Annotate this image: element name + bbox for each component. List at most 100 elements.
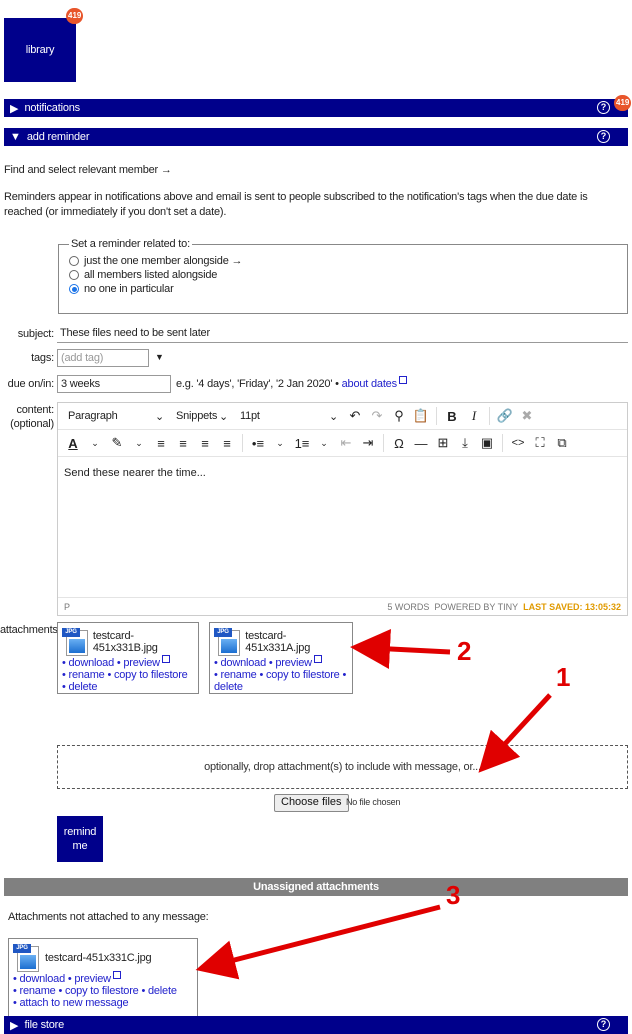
radio-label: all members listed alongside — [84, 269, 218, 281]
library-button[interactable]: library — [4, 18, 76, 82]
snippets-select[interactable]: Snippets ⌄ — [170, 405, 234, 427]
library-badge: 419 — [66, 8, 84, 24]
jpg-file-icon: JPG — [13, 944, 39, 972]
unlink-icon[interactable]: ✖ — [516, 405, 538, 427]
subject-input[interactable]: These files need to be sent later — [57, 325, 628, 343]
chevron-down-icon[interactable]: ⌄ — [313, 432, 335, 454]
block-format-value: Paragraph — [68, 410, 118, 422]
code-icon[interactable]: <> — [507, 432, 529, 454]
radio-one-member[interactable]: just the one member alongside → — [69, 254, 617, 268]
attachment-actions: • download • preview — [214, 655, 348, 669]
attachment-filename: testcard-451x331B.jpg — [92, 630, 158, 654]
link-icon[interactable]: 🔗 — [494, 405, 516, 427]
file-store-bar[interactable]: ▶ file store ? — [4, 1016, 628, 1034]
content-label: content: — [16, 404, 54, 416]
attachment-dropzone[interactable]: optionally, drop attachment(s) to includ… — [57, 745, 628, 789]
rename-copy-delete-links[interactable]: • rename • copy to filestore • delete — [13, 985, 193, 997]
related-legend: Set a reminder related to: — [71, 238, 190, 250]
align-right-icon[interactable]: ≡ — [194, 432, 216, 454]
annotation-number-2: 2 — [457, 636, 472, 666]
due-input[interactable]: 3 weeks — [57, 375, 171, 393]
table-icon[interactable]: ⊞ — [432, 432, 454, 454]
undo-icon[interactable]: ↶ — [344, 405, 366, 427]
popout-icon[interactable]: ⧉ — [551, 432, 573, 454]
text-color-icon[interactable]: A — [62, 432, 84, 454]
jpg-file-icon: JPG — [214, 628, 240, 656]
notifications-badge: 419 — [614, 95, 632, 111]
special-char-icon[interactable]: Ω — [388, 432, 410, 454]
editor-content[interactable]: Send these nearer the time... — [58, 459, 627, 597]
radio-no-one[interactable]: no one in particular — [69, 282, 617, 296]
rename-copy-delete-links[interactable]: • rename • copy to filestore • delete — [214, 669, 348, 693]
tags-dropdown-icon[interactable]: ▼ — [155, 352, 164, 362]
unassigned-caption: Attachments not attached to any message: — [8, 911, 209, 923]
annotation-arrow-3 — [195, 904, 441, 980]
due-hint-text: e.g. '4 days', 'Friday', '2 Jan 2020' • — [176, 378, 339, 390]
chevron-down-icon[interactable]: ⌄ — [84, 432, 106, 454]
attachment-file[interactable]: JPG testcard-451x331A.jpg — [214, 627, 348, 657]
font-size-value: 11pt — [240, 410, 260, 422]
help-icon[interactable]: ? — [597, 101, 610, 114]
radio-button-selected[interactable] — [69, 284, 79, 294]
rich-text-editor[interactable]: Paragraph ⌄ Snippets ⌄ 11pt ⌄ ↶ ↷ ⚲ 📋 B I 🔗… — [57, 402, 628, 616]
download-preview-link[interactable]: • download • preview — [62, 657, 160, 669]
external-link-icon — [112, 971, 121, 979]
expand-triangle-icon: ▶ — [10, 1019, 19, 1032]
chevron-down-icon[interactable]: ⌄ — [269, 432, 291, 454]
highlight-icon[interactable]: ✎ — [106, 432, 128, 454]
image-icon[interactable]: ▣ — [476, 432, 498, 454]
chevron-down-icon[interactable]: ⌄ — [128, 432, 150, 454]
tags-label: tags: — [31, 352, 54, 364]
about-dates-link[interactable]: about dates — [342, 378, 397, 390]
help-icon[interactable]: ? — [597, 1018, 610, 1031]
attachment-file[interactable]: JPG testcard-451x331B.jpg — [62, 627, 194, 657]
font-size-select[interactable]: 11pt ⌄ — [234, 405, 344, 427]
radio-label: just the one member alongside → — [84, 255, 243, 267]
attach-to-new-message-link[interactable]: • attach to new message — [13, 997, 193, 1009]
align-left-icon[interactable]: ≡ — [150, 432, 172, 454]
chevron-down-icon: ⌄ — [218, 410, 228, 423]
remind-me-button[interactable]: remind me — [57, 816, 103, 862]
notifications-bar[interactable]: ▶ notifications ? — [4, 99, 628, 117]
no-file-chosen-text: No file chosen — [346, 797, 401, 807]
add-reminder-bar[interactable]: ▼ add reminder ? — [4, 128, 628, 146]
block-format-select[interactable]: Paragraph ⌄ — [62, 405, 170, 427]
fullscreen-icon[interactable]: ⛶ — [529, 432, 551, 454]
outdent-icon[interactable]: ⇤ — [335, 432, 357, 454]
subject-label: subject: — [17, 328, 55, 340]
paste-icon[interactable]: 📋 — [410, 405, 432, 427]
redo-icon[interactable]: ↷ — [366, 405, 388, 427]
radio-button[interactable] — [69, 256, 79, 266]
dropzone-text: optionally, drop attachment(s) to includ… — [204, 761, 481, 773]
align-center-icon[interactable]: ≡ — [172, 432, 194, 454]
radio-button[interactable] — [69, 270, 79, 280]
search-icon[interactable]: ⚲ — [388, 405, 410, 427]
content-optional-label: (optional) — [10, 418, 54, 430]
upload-icon[interactable]: ⤓ — [454, 432, 476, 454]
powered-by[interactable]: POWERED BY TINY — [434, 602, 518, 612]
numbered-list-icon[interactable]: 1≡ — [291, 432, 313, 454]
annotation-arrow-2 — [350, 629, 451, 669]
attachment-card: JPG testcard-451x331B.jpg • download • p… — [57, 622, 199, 694]
download-preview-link[interactable]: • download • preview — [214, 657, 312, 669]
attachment-file[interactable]: JPG testcard-451x331C.jpg — [13, 943, 193, 973]
align-justify-icon[interactable]: ≡ — [216, 432, 238, 454]
bold-icon[interactable]: B — [441, 405, 463, 427]
unassigned-attachment-card: JPG testcard-451x331C.jpg • download • p… — [8, 938, 198, 1024]
attachment-filename: testcard-451x331C.jpg — [45, 952, 152, 964]
rename-copy-delete-links[interactable]: • rename • copy to filestore • delete — [62, 669, 194, 693]
notifications-label: notifications — [24, 102, 80, 114]
italic-icon[interactable]: I — [463, 405, 485, 427]
attachment-card: JPG testcard-451x331A.jpg • download • p… — [209, 622, 353, 694]
radio-all-members[interactable]: all members listed alongside — [69, 268, 617, 282]
choose-files-button[interactable]: Choose files — [274, 794, 349, 812]
download-preview-link[interactable]: • download • preview — [13, 973, 111, 985]
indent-icon[interactable]: ⇥ — [357, 432, 379, 454]
remind-label: remind — [63, 826, 97, 838]
me-label: me — [72, 840, 88, 852]
horizontal-rule-icon[interactable]: — — [410, 432, 432, 454]
tags-input[interactable]: (add tag) — [57, 349, 149, 367]
help-icon[interactable]: ? — [597, 130, 610, 143]
jpg-file-icon: JPG — [62, 628, 88, 656]
bullet-list-icon[interactable]: •≡ — [247, 432, 269, 454]
